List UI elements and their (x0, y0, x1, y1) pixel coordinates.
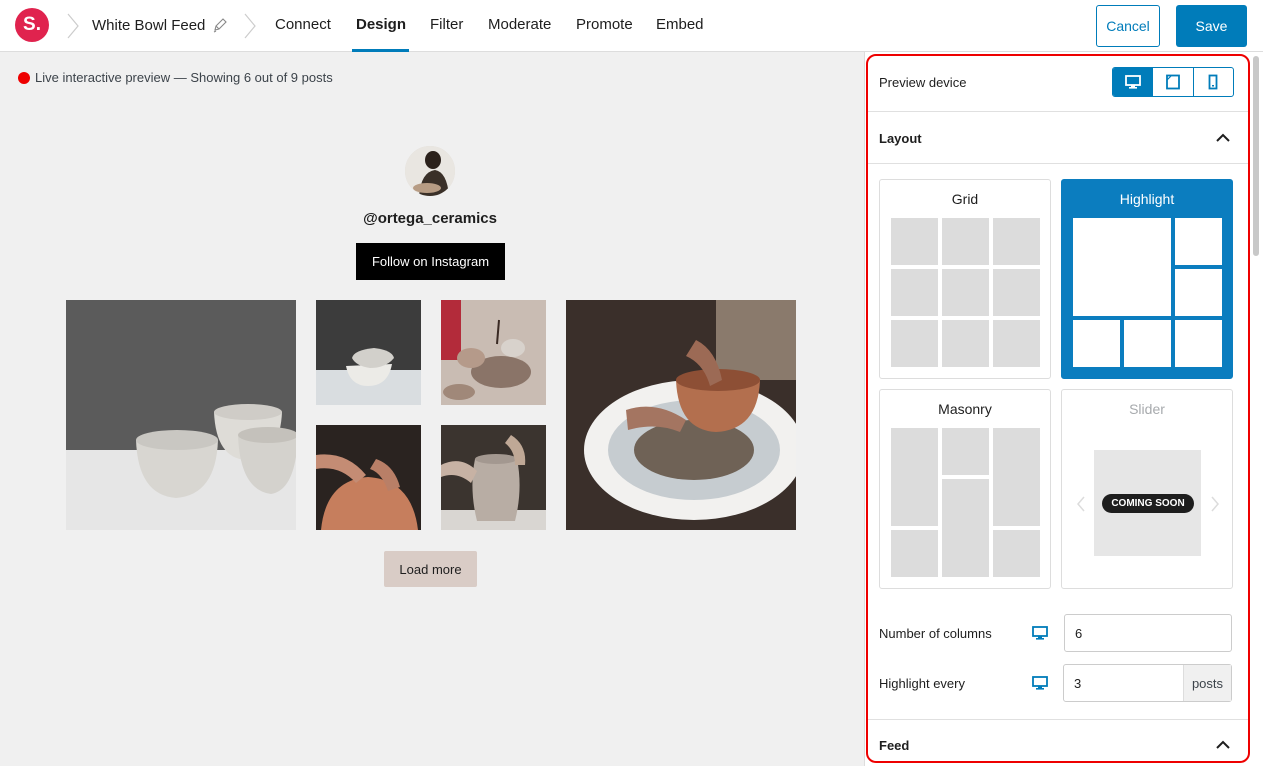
feed-post-stacked-bowls[interactable] (316, 300, 421, 405)
layout-option-label: Masonry (938, 401, 992, 417)
breadcrumb-chevron-icon (244, 13, 256, 39)
columns-input[interactable] (1064, 614, 1232, 652)
preview-device-toggle (1112, 67, 1234, 97)
posts-suffix: posts (1183, 665, 1231, 701)
grid-cell (891, 320, 938, 367)
chevron-left-icon (1077, 496, 1085, 512)
avatar[interactable] (405, 146, 455, 196)
masonry-cell (942, 479, 989, 577)
masonry-cell (993, 428, 1040, 526)
highlight-every-label: Highlight every (879, 676, 965, 691)
chevron-up-icon[interactable] (1216, 740, 1230, 750)
layout-section-title[interactable]: Layout (879, 131, 922, 146)
divider (866, 163, 1248, 164)
chevron-up-icon[interactable] (1216, 133, 1230, 143)
sidebar-scrollbar[interactable] (1253, 56, 1259, 256)
layout-option-label: Slider (1129, 401, 1165, 417)
tab-connect[interactable]: Connect (275, 16, 331, 33)
live-dot-icon (18, 71, 30, 84)
grid-cell (891, 218, 938, 265)
layout-option-label: Highlight (1119, 191, 1175, 207)
preview-device-label: Preview device (879, 75, 967, 90)
highlight-cell (1175, 320, 1222, 367)
save-button[interactable]: Save (1176, 5, 1247, 47)
highlight-cell (1175, 269, 1222, 316)
desktop-icon (1032, 626, 1048, 640)
columns-label: Number of columns (879, 626, 992, 641)
desktop-icon (1032, 676, 1048, 690)
feed-post-trimming-bowl[interactable] (316, 425, 421, 530)
highlight-cell (1073, 320, 1120, 367)
tab-filter[interactable]: Filter (430, 16, 463, 33)
masonry-cell (993, 530, 1040, 577)
grid-cell (993, 218, 1040, 265)
chevron-right-icon (1211, 496, 1219, 512)
grid-cell (891, 269, 938, 316)
device-desktop-button[interactable] (1113, 68, 1154, 96)
phone-icon (1208, 74, 1218, 90)
grid-cell (942, 218, 989, 265)
layout-option-label: Grid (951, 191, 979, 207)
feed-section-title[interactable]: Feed (879, 738, 909, 753)
follow-on-instagram-button[interactable]: Follow on Instagram (356, 243, 505, 280)
profile-username: @ortega_ceramics (363, 210, 497, 227)
feed-post-pottery-tools[interactable] (441, 300, 546, 405)
tab-design[interactable]: Design (356, 16, 406, 33)
masonry-cell (891, 530, 938, 577)
layout-option-highlight[interactable]: Highlight (1061, 179, 1233, 379)
app-logo[interactable]: S. (15, 8, 49, 42)
edit-pencil-icon[interactable] (212, 16, 228, 34)
layout-option-slider: Slider COMING SOON (1061, 389, 1233, 589)
grid-cell (993, 269, 1040, 316)
top-bar: S. White Bowl Feed Connect Design Filter… (0, 0, 1263, 52)
active-tab-indicator (352, 49, 409, 52)
cancel-button[interactable]: Cancel (1096, 5, 1160, 47)
grid-cell (942, 320, 989, 367)
highlight-cell (1073, 218, 1171, 316)
masonry-cell (942, 428, 989, 475)
device-tablet-button[interactable] (1153, 68, 1194, 96)
tab-promote[interactable]: Promote (576, 16, 633, 33)
preview-status: Live interactive preview — Showing 6 out… (18, 70, 333, 85)
divider (866, 719, 1248, 720)
load-more-button[interactable]: Load more (384, 551, 477, 587)
tablet-icon (1166, 74, 1180, 90)
device-phone-button[interactable] (1194, 68, 1233, 96)
divider (866, 111, 1248, 112)
masonry-cell (891, 428, 938, 526)
grid-cell (942, 269, 989, 316)
feed-name: White Bowl Feed (92, 17, 206, 34)
highlight-cell (1124, 320, 1171, 367)
feed-post-white-vase[interactable] (441, 425, 546, 530)
coming-soon-badge: COMING SOON (1102, 494, 1194, 513)
highlight-cell (1175, 218, 1222, 265)
grid-cell (993, 320, 1040, 367)
breadcrumb-chevron-icon (67, 13, 79, 39)
desktop-icon (1124, 75, 1141, 89)
feed-post-wheel-throwing[interactable] (566, 300, 796, 530)
tab-embed[interactable]: Embed (656, 16, 704, 33)
preview-status-text: Live interactive preview — Showing 6 out… (35, 70, 333, 85)
layout-option-masonry[interactable]: Masonry (879, 389, 1051, 589)
tab-moderate[interactable]: Moderate (488, 16, 551, 33)
layout-option-grid[interactable]: Grid (879, 179, 1051, 379)
feed-post-white-bowls[interactable] (66, 300, 296, 530)
